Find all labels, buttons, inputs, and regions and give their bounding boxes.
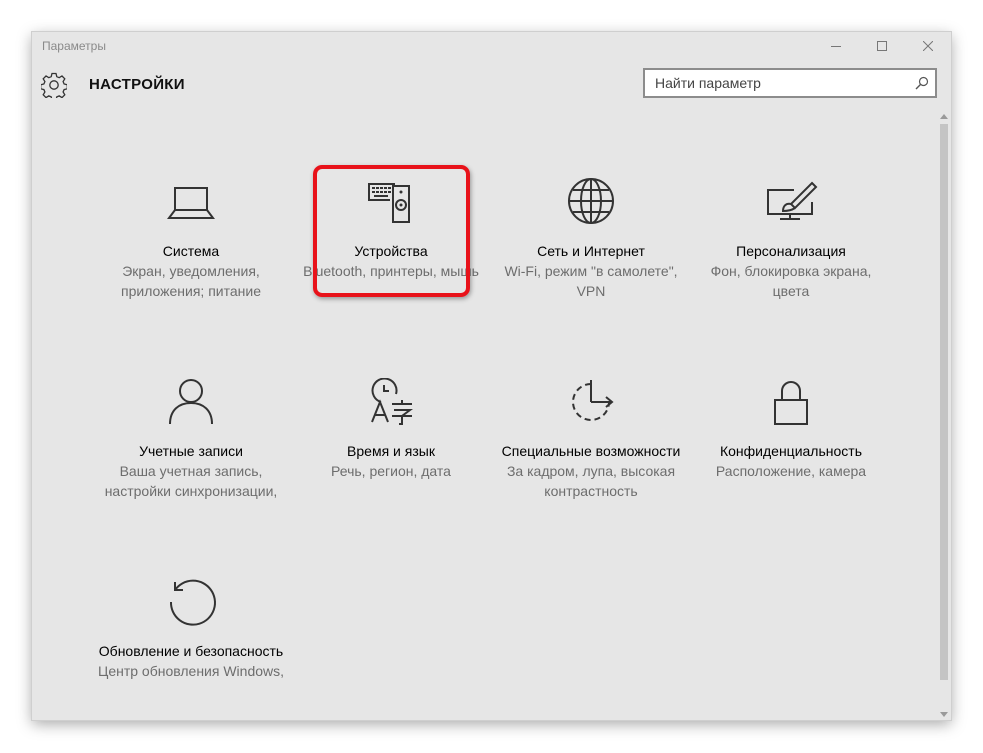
tile-privacy[interactable]: Конфиденциальность Расположение, камера bbox=[695, 378, 887, 481]
tile-title: Учетные записи bbox=[139, 443, 243, 459]
tile-description: Центр обновления Windows, bbox=[97, 663, 285, 679]
window-title: Параметры bbox=[42, 39, 106, 53]
tile-title: Обновление и безопасность bbox=[98, 643, 284, 659]
tile-description: За кадром, лупа, высокая контрастность bbox=[506, 463, 676, 499]
tile-description: Фон, блокировка экрана, цвета bbox=[710, 263, 872, 299]
tile-system[interactable]: Система Экран, уведомления, приложения; … bbox=[95, 178, 287, 301]
globe-icon bbox=[568, 178, 614, 224]
search-input[interactable] bbox=[645, 70, 905, 96]
search-box[interactable] bbox=[643, 68, 937, 98]
close-button[interactable] bbox=[905, 32, 951, 60]
settings-header: НАСТРОЙКИ bbox=[32, 62, 951, 112]
search-icon[interactable] bbox=[915, 76, 929, 90]
personalization-icon bbox=[767, 181, 818, 220]
maximize-icon bbox=[877, 41, 887, 51]
tile-description: Речь, регион, дата bbox=[331, 463, 451, 479]
tile-time-language[interactable]: Время и язык Речь, регион, дата bbox=[295, 378, 487, 481]
tile-title: Время и язык bbox=[347, 443, 435, 459]
ease-of-access-icon bbox=[572, 380, 614, 421]
update-icon bbox=[169, 579, 216, 626]
tile-title: Персонализация bbox=[736, 243, 846, 259]
title-bar[interactable]: Параметры bbox=[32, 32, 951, 60]
tile-personalization[interactable]: Персонализация Фон, блокировка экрана, ц… bbox=[695, 178, 887, 301]
time-language-icon bbox=[371, 378, 413, 425]
scroll-thumb[interactable] bbox=[940, 124, 948, 680]
tile-network[interactable]: Сеть и Интернет Wi-Fi, режим "в самолете… bbox=[495, 178, 687, 301]
maximize-button[interactable] bbox=[859, 32, 905, 60]
page-title: НАСТРОЙКИ bbox=[89, 76, 185, 93]
scrollbar[interactable] bbox=[936, 108, 951, 720]
tile-accounts[interactable]: Учетные записи Ваша учетная запись, наст… bbox=[95, 378, 287, 501]
tile-description: Ваша учетная запись, настройки синхрониз… bbox=[104, 463, 278, 499]
tile-ease-of-access[interactable]: Специальные возможности За кадром, лупа,… bbox=[495, 378, 687, 501]
gear-icon bbox=[41, 72, 67, 98]
chevron-up-icon bbox=[939, 113, 948, 119]
close-icon bbox=[923, 41, 933, 51]
tile-description: Wi-Fi, режим "в самолете", VPN bbox=[504, 263, 678, 299]
lock-icon bbox=[774, 381, 808, 425]
highlight-frame bbox=[313, 165, 470, 297]
scroll-up-button[interactable] bbox=[936, 110, 951, 122]
tile-description: Расположение, камера bbox=[715, 463, 867, 479]
minimize-button[interactable] bbox=[813, 32, 859, 60]
tile-description: Экран, уведомления, приложения; питание bbox=[121, 263, 261, 299]
tile-title: Специальные возможности bbox=[501, 443, 681, 459]
tile-update-security[interactable]: Обновление и безопасность Центр обновлен… bbox=[95, 578, 287, 681]
person-icon bbox=[169, 379, 213, 425]
minimize-icon bbox=[831, 46, 841, 47]
scroll-down-button[interactable] bbox=[936, 708, 951, 720]
tile-title: Сеть и Интернет bbox=[537, 243, 645, 259]
chevron-down-icon bbox=[939, 711, 948, 717]
settings-window: Параметры НАСТРОЙКИ Найти параметр Систе… bbox=[32, 32, 951, 720]
laptop-icon bbox=[167, 187, 215, 219]
tile-title: Система bbox=[162, 243, 220, 259]
tile-title: Конфиденциальность bbox=[719, 443, 862, 459]
